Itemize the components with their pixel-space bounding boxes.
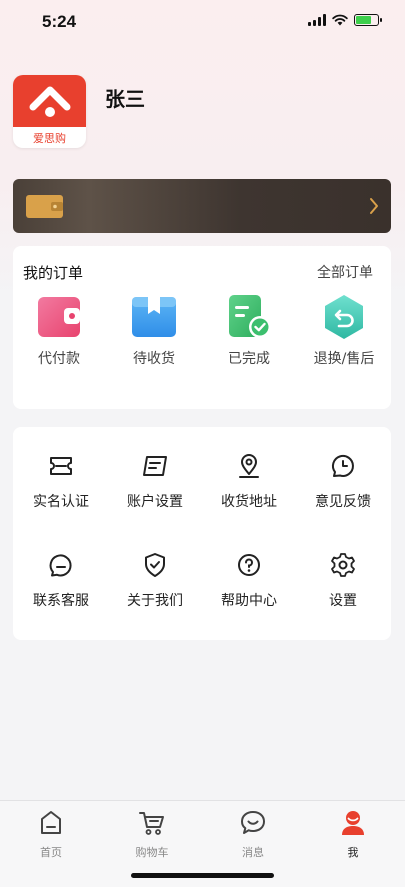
signal-icon — [308, 14, 326, 26]
tab-label: 消息 — [242, 846, 264, 859]
order-label: 待收货 — [133, 351, 175, 367]
tab-home[interactable]: 首页 — [21, 809, 81, 860]
service-shipping-address[interactable]: 收货地址 — [209, 453, 289, 511]
avatar-brand-text: 爱思购 — [33, 132, 66, 145]
order-item-returns[interactable]: 退换/售后 — [304, 294, 384, 368]
id-card-icon — [50, 457, 72, 475]
service-label: 收货地址 — [221, 494, 277, 510]
battery-icon — [354, 14, 382, 26]
return-icon — [321, 294, 367, 340]
avatar[interactable]: 爱思购 — [13, 75, 86, 148]
order-item-pending-payment[interactable]: 代付款 — [19, 294, 99, 368]
home-icon — [41, 811, 61, 834]
status-time: 5:24 — [42, 12, 77, 31]
help-icon — [238, 554, 260, 576]
chevron-right-icon — [370, 198, 378, 214]
service-real-name-auth[interactable]: 实名认证 — [21, 453, 101, 511]
order-item-completed[interactable]: 已完成 — [209, 294, 289, 368]
wallet-icon — [36, 294, 82, 340]
service-label: 意见反馈 — [315, 494, 371, 510]
service-label: 账户设置 — [127, 494, 183, 510]
package-icon — [131, 294, 177, 340]
orders-card: 我的订单 全部订单 代付款 待收货 已完成 退换/售后 — [13, 246, 391, 409]
status-bar: 5:24 — [0, 0, 405, 46]
service-feedback[interactable]: 意见反馈 — [303, 453, 383, 511]
service-label: 联系客服 — [33, 593, 89, 609]
services-card: 实名认证 账户设置 收货地址 意见反馈 联系客服 关于我们 帮助中心 设置 — [13, 427, 391, 640]
wallet-banner[interactable] — [13, 179, 391, 233]
service-about-us[interactable]: 关于我们 — [115, 552, 195, 610]
wifi-icon — [332, 14, 348, 26]
service-contact-support[interactable]: 联系客服 — [21, 552, 101, 610]
user-name: 张三 — [105, 87, 145, 111]
orders-title: 我的订单 — [23, 264, 84, 282]
shield-icon — [145, 553, 165, 577]
tab-label: 我 — [347, 846, 359, 859]
user-icon — [342, 811, 364, 835]
brand-logo-icon — [29, 86, 71, 117]
cart-icon — [139, 812, 164, 835]
tab-messages[interactable]: 消息 — [223, 809, 283, 860]
tab-label: 购物车 — [135, 846, 169, 859]
home-indicator — [131, 873, 274, 878]
tab-label: 首页 — [40, 846, 62, 859]
service-label: 帮助中心 — [221, 593, 277, 609]
all-orders-link[interactable]: 全部订单 — [317, 262, 373, 282]
tab-me[interactable]: 我 — [323, 809, 383, 860]
wallet-icon — [26, 195, 63, 218]
service-account-settings[interactable]: 账户设置 — [115, 453, 195, 511]
service-help-center[interactable]: 帮助中心 — [209, 552, 289, 610]
chat-icon — [49, 554, 72, 577]
service-settings[interactable]: 设置 — [303, 552, 383, 610]
order-label: 退换/售后 — [313, 351, 375, 367]
service-label: 设置 — [329, 593, 357, 609]
tab-cart[interactable]: 购物车 — [122, 809, 182, 860]
status-icons — [308, 14, 382, 26]
service-label: 关于我们 — [127, 593, 183, 609]
service-label: 实名认证 — [33, 494, 89, 510]
gear-icon — [331, 553, 355, 577]
completed-icon — [226, 294, 272, 340]
order-item-awaiting-delivery[interactable]: 待收货 — [114, 294, 194, 368]
clock-icon — [332, 454, 354, 477]
message-icon — [241, 811, 265, 834]
profile-header[interactable]: 爱思购 张三 — [13, 75, 145, 148]
account-settings-icon — [143, 456, 167, 476]
order-label: 代付款 — [38, 351, 80, 367]
location-icon — [239, 454, 259, 478]
order-label: 已完成 — [228, 351, 270, 367]
